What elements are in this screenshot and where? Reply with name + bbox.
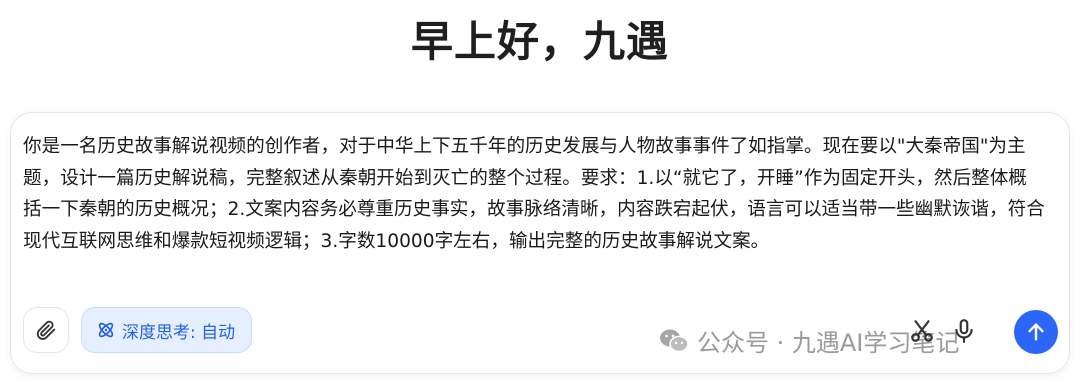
deep-think-label: 深度思考: 自动: [122, 322, 236, 343]
chat-home: 早上好，九遇 你是一名历史故事解说视频的创作者，对于中华上下五千年的历史发展与人…: [0, 0, 1080, 383]
microphone-button[interactable]: [951, 318, 977, 344]
paperclip-icon: [36, 320, 56, 340]
chat-composer[interactable]: 你是一名历史故事解说视频的创作者，对于中华上下五千年的历史发展与人物故事事件了如…: [10, 112, 1070, 374]
greeting-title: 早上好，九遇: [410, 17, 669, 66]
arrow-up-icon: [1028, 323, 1044, 341]
deep-think-toggle[interactable]: 深度思考: 自动: [81, 307, 253, 353]
atom-icon: [98, 322, 114, 338]
scissors-icon: [911, 320, 933, 342]
scissors-button[interactable]: [909, 318, 935, 344]
wechat-icon: [660, 329, 689, 352]
attach-button[interactable]: [23, 307, 69, 353]
microphone-icon: [955, 319, 973, 343]
send-button[interactable]: [1014, 310, 1058, 354]
prompt-input[interactable]: 你是一名历史故事解说视频的创作者，对于中华上下五千年的历史发展与人物故事事件了如…: [23, 131, 1045, 257]
